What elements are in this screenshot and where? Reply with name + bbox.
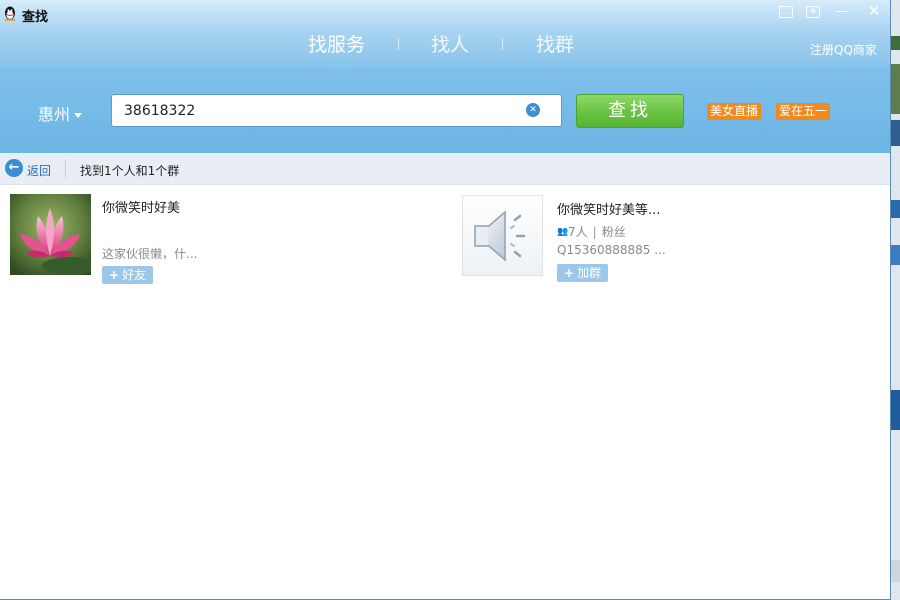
window-title: 查找 [22, 10, 49, 25]
avatar[interactable] [10, 194, 91, 275]
group-meta: 👥7人 | 粉丝 [557, 223, 626, 240]
search-box: ✕ [111, 94, 562, 127]
tab-find-service[interactable]: 找服务 [308, 30, 365, 57]
find-window: 查找 … + — ✕ 找服务 找人 找群 注册QQ商家 惠州 38618322 … [0, 0, 891, 600]
group-category: 粉丝 [601, 225, 626, 239]
search-button[interactable]: 查找 [576, 94, 684, 128]
search-input[interactable] [124, 102, 504, 120]
background-desktop-strip [891, 0, 900, 600]
register-merchant-link[interactable]: 注册QQ商家 [810, 41, 877, 58]
minimize-button[interactable]: — [832, 3, 852, 20]
chat-bubble-icon: … [779, 5, 793, 18]
person-result-card[interactable]: 你微笑时好美 这家伙很懒，什... + 好友 [10, 194, 440, 284]
add-friend-button[interactable]: + 好友 [102, 266, 154, 284]
result-summary: 找到1个人和1个群 [80, 164, 180, 178]
group-id: Q15360888885 ... [557, 243, 666, 257]
city-label: 惠州 [38, 105, 71, 124]
person-signature: 这家伙很懒，什... [102, 247, 198, 261]
person-name[interactable]: 你微笑时好美 [102, 197, 180, 216]
title-bar[interactable]: 查找 … + — ✕ [0, 0, 890, 26]
back-arrow-icon[interactable]: ← [5, 159, 23, 177]
speaker-icon [474, 210, 526, 262]
plus-box-icon: + [806, 5, 820, 18]
meta-divider: | [592, 225, 597, 239]
join-group-button[interactable]: + 加群 [557, 264, 609, 282]
qq-penguin-icon [4, 6, 16, 21]
close-button[interactable]: ✕ [864, 3, 884, 20]
active-tab-indicator [332, 58, 350, 67]
results-panel: 你微笑时好美 这家伙很懒，什... + 好友 你微笑时好美等... 👥7人 | … [0, 186, 890, 599]
lotus-photo [10, 194, 91, 275]
group-name[interactable]: 你微笑时好美等... [557, 199, 660, 218]
minimize-icon: — [835, 4, 849, 19]
close-icon: ✕ [867, 2, 881, 20]
group-member-count: 7人 [568, 225, 588, 239]
people-icon: 👥 [557, 227, 569, 237]
avatar[interactable] [462, 195, 543, 276]
add-friend-label: 好友 [122, 268, 147, 282]
skin-button[interactable]: + [803, 3, 823, 20]
join-group-label: 加群 [577, 266, 602, 280]
plus-icon: + [109, 268, 120, 282]
tab-find-group[interactable]: 找群 [536, 30, 574, 57]
result-toolbar: ← 返回 找到1个人和1个群 [0, 153, 890, 185]
clear-icon[interactable]: ✕ [526, 103, 540, 117]
group-result-card[interactable]: 你微笑时好美等... 👥7人 | 粉丝 Q15360888885 ... + 加群 [461, 194, 881, 282]
chevron-down-icon [74, 113, 83, 118]
feedback-button[interactable]: … [776, 3, 796, 20]
header: 查找 … + — ✕ 找服务 找人 找群 注册QQ商家 [0, 0, 890, 153]
city-selector[interactable]: 惠州 [38, 101, 83, 125]
promo-mayday-badge[interactable]: 爱在五一 [776, 103, 831, 120]
plus-icon: + [564, 266, 575, 280]
promo-live-badge[interactable]: 美女直播 [707, 103, 762, 120]
back-link[interactable]: 返回 [27, 162, 51, 179]
tab-divider [502, 38, 503, 50]
tab-divider [398, 38, 399, 50]
tab-find-people[interactable]: 找人 [431, 30, 469, 57]
toolbar-divider [65, 159, 66, 179]
